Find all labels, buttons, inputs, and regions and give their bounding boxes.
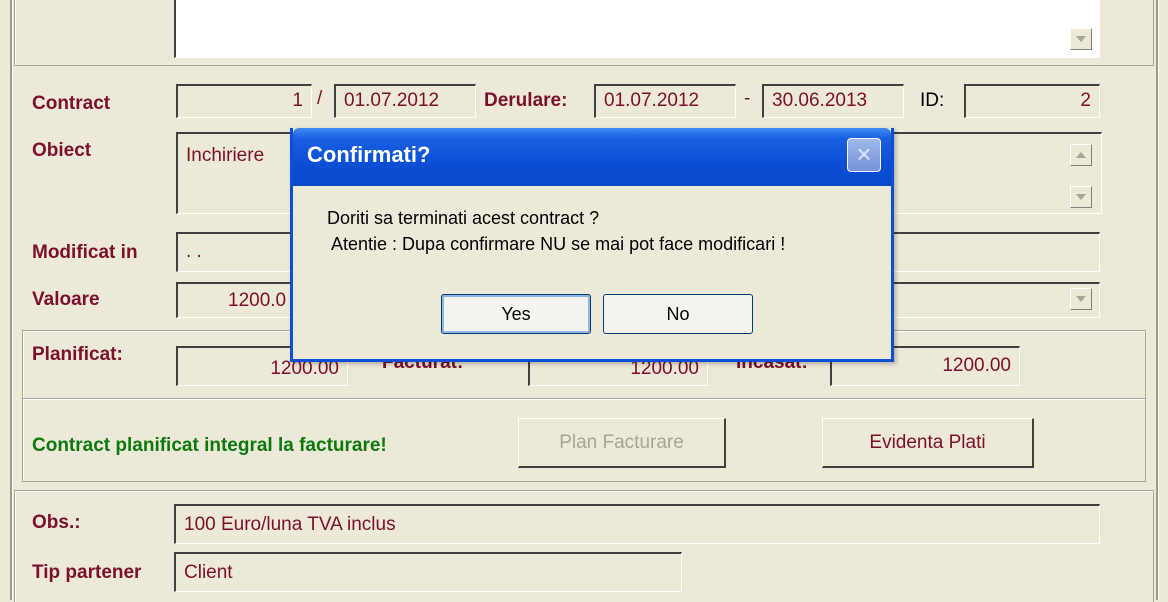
modificat-label: Modificat in (32, 242, 138, 263)
close-icon[interactable]: × (847, 138, 881, 172)
planificat-label: Planificat: (32, 344, 123, 365)
left-frame-line (10, 0, 12, 600)
obs-field[interactable]: 100 Euro/luna TVA inclus (174, 504, 1100, 544)
chevron-down-icon (1076, 36, 1086, 42)
derulare-start-field[interactable]: 01.07.2012 (594, 84, 736, 118)
dialog-title-bar[interactable]: Confirmati? × (293, 128, 891, 186)
confirm-dialog: Confirmati? × Doriti sa terminati acest … (290, 128, 894, 362)
id-label: ID: (920, 90, 945, 111)
no-button[interactable]: No (603, 294, 753, 334)
plan-facturare-button[interactable]: Plan Facturare (518, 418, 726, 468)
obiect-value: Inchiriere (186, 145, 265, 166)
contract-label: Contract (32, 93, 111, 114)
valoare-label: Valoare (32, 289, 100, 310)
contract-date-field[interactable]: 01.07.2012 (334, 84, 476, 118)
top-memo-field[interactable] (174, 0, 1100, 58)
dialog-message-line2: Atentie : Dupa confirmare NU se mai pot … (327, 234, 786, 254)
tip-partener-field[interactable]: Client (174, 552, 682, 592)
derulare-end-field[interactable]: 30.06.2013 (762, 84, 904, 118)
derulare-label: Derulare: (484, 90, 568, 111)
right-frame-line (1156, 0, 1158, 600)
chevron-up-icon (1076, 152, 1086, 158)
evidenta-plati-button[interactable]: Evidenta Plati (822, 418, 1034, 468)
derulare-dash: - (744, 88, 751, 109)
contract-number-field[interactable]: 1 (176, 84, 312, 118)
status-message: Contract planificat integral la facturar… (32, 435, 387, 456)
obiect-label: Obiect (32, 140, 92, 161)
chevron-down-icon (1076, 194, 1086, 200)
obiect-scroll-down[interactable] (1070, 186, 1092, 208)
tip-partener-label: Tip partener (32, 562, 142, 583)
dialog-title: Confirmati? (307, 142, 431, 167)
obiect-scroll-up[interactable] (1070, 144, 1092, 166)
id-field[interactable]: 2 (964, 84, 1100, 118)
dialog-message-line1: Doriti sa terminati acest contract ? (327, 208, 600, 228)
yes-button[interactable]: Yes (441, 294, 591, 334)
contract-separator: / (317, 88, 323, 109)
top-memo-scroll-down[interactable] (1070, 28, 1092, 50)
obs-label: Obs.: (32, 512, 81, 533)
chevron-down-icon (1076, 296, 1086, 302)
valoare-dropdown-button[interactable] (1070, 288, 1092, 310)
